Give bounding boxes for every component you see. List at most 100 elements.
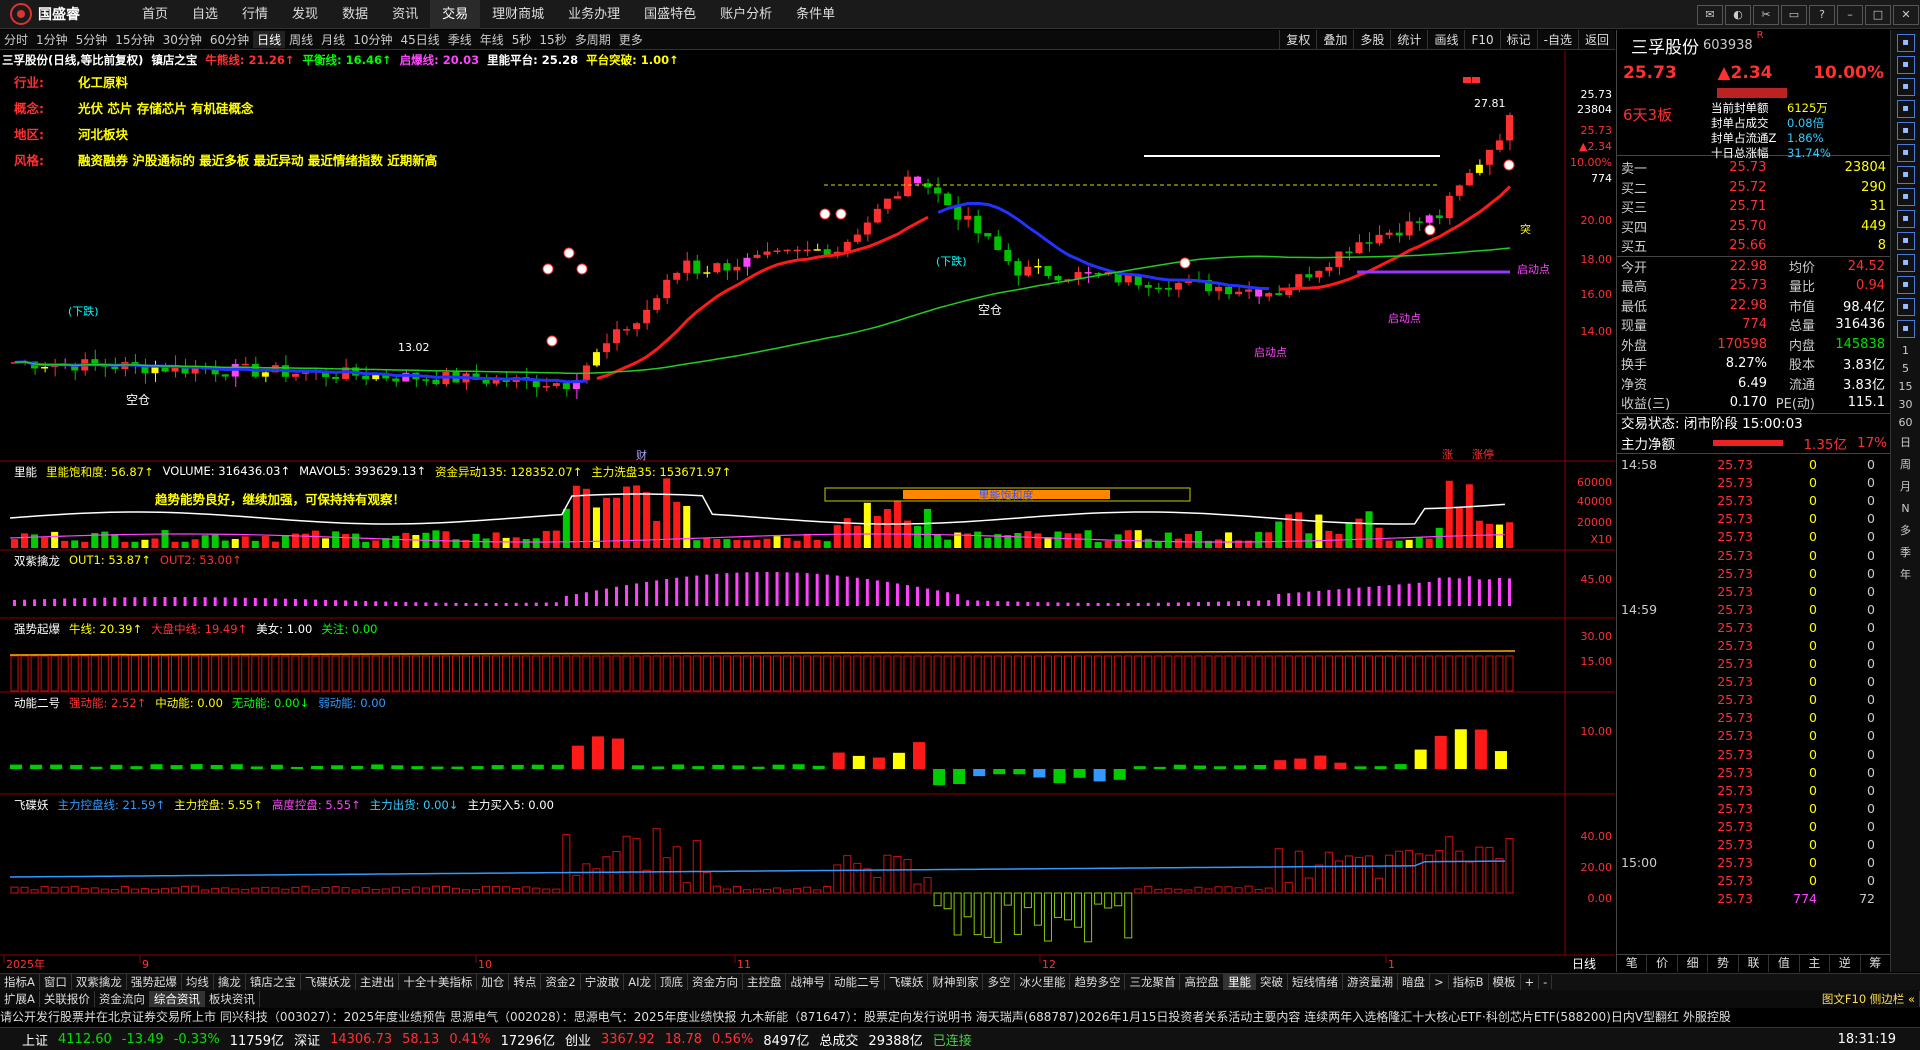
menu-item-1[interactable]: 自选 xyxy=(180,0,230,29)
side-tool-icon[interactable]: ▪ xyxy=(1896,276,1915,294)
period-3[interactable]: 15分钟 xyxy=(111,31,158,48)
menu-item-10[interactable]: 账户分析 xyxy=(708,0,784,29)
period-0[interactable]: 分时 xyxy=(0,31,32,48)
side-period-num[interactable]: 1 xyxy=(1891,342,1920,360)
side-tool-icon[interactable]: ▪ xyxy=(1896,56,1915,74)
indicator-tab[interactable]: 宁波敢 xyxy=(581,974,625,990)
indicator-tab[interactable]: 双紫擒龙 xyxy=(72,974,127,990)
menu-item-6[interactable]: 交易 xyxy=(430,0,481,29)
quote-tab[interactable]: 主 xyxy=(1800,955,1831,972)
indicator-tab[interactable]: 十全十美指标 xyxy=(399,974,478,990)
close-button[interactable]: ✕ xyxy=(1893,4,1919,25)
quote-tab[interactable]: 势 xyxy=(1708,955,1739,972)
sub-tab[interactable]: 板块资讯 xyxy=(205,991,260,1007)
quote-tab[interactable]: 笔 xyxy=(1617,955,1648,972)
side-period[interactable]: 月 xyxy=(1891,476,1920,498)
menu-item-5[interactable]: 资讯 xyxy=(380,0,430,29)
period-6[interactable]: 日线 xyxy=(253,31,286,48)
period-4[interactable]: 30分钟 xyxy=(159,31,206,48)
indicator-tab[interactable]: 暗盘 xyxy=(1398,974,1430,990)
side-period[interactable]: N xyxy=(1891,498,1920,520)
side-tool-icon[interactable]: ▪ xyxy=(1896,320,1915,338)
layout-icon[interactable]: ▭ xyxy=(1781,4,1807,25)
side-tool-icon[interactable]: ▪ xyxy=(1896,144,1915,162)
indicator-tab[interactable]: 擒龙 xyxy=(214,974,246,990)
message-icon[interactable]: ✉ xyxy=(1697,4,1723,25)
side-tool-icon[interactable]: ▪ xyxy=(1896,232,1915,250)
news-ticker[interactable]: 请公开发行股票并在北京证券交易所上市 同兴科技（003027）：2025年度业绩… xyxy=(0,1008,1920,1026)
indicator-tab[interactable]: + xyxy=(1521,975,1540,989)
side-tool-icon[interactable]: ▪ xyxy=(1896,34,1915,52)
side-tool-icon[interactable]: ▪ xyxy=(1896,188,1915,206)
indicator-title[interactable]: 飞碟妖 xyxy=(14,797,49,813)
sub-tab[interactable]: 资金流向 xyxy=(95,991,150,1007)
menu-item-4[interactable]: 数据 xyxy=(330,0,380,29)
chart-tool-1[interactable]: 叠加 xyxy=(1316,30,1353,50)
book-row[interactable]: 买五 25.66 8 xyxy=(1617,236,1890,256)
indicator-tab[interactable]: 均线 xyxy=(182,974,214,990)
indicator-tab[interactable]: 强势起爆 xyxy=(127,974,182,990)
period-5[interactable]: 60分钟 xyxy=(206,31,253,48)
chart-tool-6[interactable]: 标记 xyxy=(1499,30,1537,50)
indicator-tab[interactable]: 多空 xyxy=(983,974,1016,990)
quote-tab[interactable]: 联 xyxy=(1739,955,1770,972)
indicator-tab[interactable]: 趋势多空 xyxy=(1070,974,1126,990)
f10-sidebar-toggle[interactable]: 图文F10 侧边栏 « xyxy=(1818,991,1920,1007)
menu-item-8[interactable]: 业务办理 xyxy=(556,0,632,29)
indicator-tab[interactable]: 飞碟妖 xyxy=(885,974,929,990)
indicator-tab[interactable]: 窗口 xyxy=(40,974,72,990)
side-tool-icon[interactable]: ▪ xyxy=(1896,100,1915,118)
side-tool-icon[interactable]: ▪ xyxy=(1896,78,1915,96)
indicator-tab[interactable]: - xyxy=(1539,975,1553,989)
indicator-tab[interactable]: 战神号 xyxy=(786,974,830,990)
indicator-tab[interactable]: 动能二号 xyxy=(830,974,885,990)
period-1[interactable]: 1分钟 xyxy=(32,31,72,48)
indicator-tab[interactable]: 模板 xyxy=(1489,974,1521,990)
indicator-tab[interactable]: 三龙聚首 xyxy=(1125,974,1181,990)
side-period[interactable]: 多 xyxy=(1891,520,1920,542)
indicator-tab[interactable]: > xyxy=(1430,975,1449,989)
side-tool-icon[interactable]: ▪ xyxy=(1896,298,1915,316)
side-tool-icon[interactable]: ▪ xyxy=(1896,254,1915,272)
period-10[interactable]: 45日线 xyxy=(396,31,443,48)
menu-item-7[interactable]: 理财商城 xyxy=(480,0,556,29)
menu-item-0[interactable]: 首页 xyxy=(130,0,180,29)
indicator-tab[interactable]: 飞碟妖龙 xyxy=(301,974,356,990)
period-15[interactable]: 多周期 xyxy=(571,31,615,48)
quote-tab[interactable]: 价 xyxy=(1647,955,1678,972)
side-tool-icon[interactable]: ▪ xyxy=(1896,166,1915,184)
quote-tab[interactable]: 细 xyxy=(1678,955,1709,972)
side-period[interactable]: 周 xyxy=(1891,454,1920,476)
sub-tab[interactable]: 综合资讯 xyxy=(149,991,205,1007)
indicator-title[interactable]: 里能 xyxy=(14,464,37,480)
book-row[interactable]: 买四 25.70 449 xyxy=(1617,217,1890,237)
period-14[interactable]: 15秒 xyxy=(535,31,570,48)
menu-item-9[interactable]: 国盛特色 xyxy=(632,0,708,29)
quote-tab[interactable]: 逆 xyxy=(1830,955,1861,972)
indicator-tab[interactable]: 转点 xyxy=(509,974,542,990)
book-row[interactable]: 买二 25.72 290 xyxy=(1617,178,1890,198)
period-12[interactable]: 年线 xyxy=(476,31,508,48)
tick-list[interactable]: 14:58 25.73 0 0 25.73 0 0 25.73 0 0 25.73 0 0 25.73 0 0… xyxy=(1617,454,1890,908)
menu-item-3[interactable]: 发现 xyxy=(280,0,330,29)
side-period-num[interactable]: 5 xyxy=(1891,360,1920,378)
side-period[interactable]: 季 xyxy=(1891,542,1920,564)
indicator-tab[interactable]: 顶底 xyxy=(656,974,688,990)
chart-tool-4[interactable]: 画线 xyxy=(1427,30,1464,50)
minimize-button[interactable]: – xyxy=(1837,4,1863,25)
indicator-tab[interactable]: 财神到家 xyxy=(928,974,984,990)
chart-tool-7[interactable]: -自选 xyxy=(1536,30,1578,50)
indicator-tab[interactable]: 指标A xyxy=(0,974,40,990)
indicator-tab[interactable]: AI龙 xyxy=(624,974,656,990)
period-7[interactable]: 周线 xyxy=(285,31,317,48)
indicator-tab[interactable]: 高控盘 xyxy=(1180,974,1224,990)
skin-icon[interactable]: ◐ xyxy=(1725,4,1751,25)
chart-tool-3[interactable]: 统计 xyxy=(1390,30,1427,50)
menu-item-11[interactable]: 条件单 xyxy=(784,0,847,29)
indicator-title[interactable]: 强势起爆 xyxy=(14,621,60,637)
indicator-tab[interactable]: 资金2 xyxy=(541,974,581,990)
quote-tab[interactable]: 筹 xyxy=(1861,955,1891,972)
menu-item-2[interactable]: 行情 xyxy=(230,0,280,29)
side-tool-icon[interactable]: ▪ xyxy=(1896,210,1915,228)
indicator-tab[interactable]: 里能 xyxy=(1223,974,1256,990)
